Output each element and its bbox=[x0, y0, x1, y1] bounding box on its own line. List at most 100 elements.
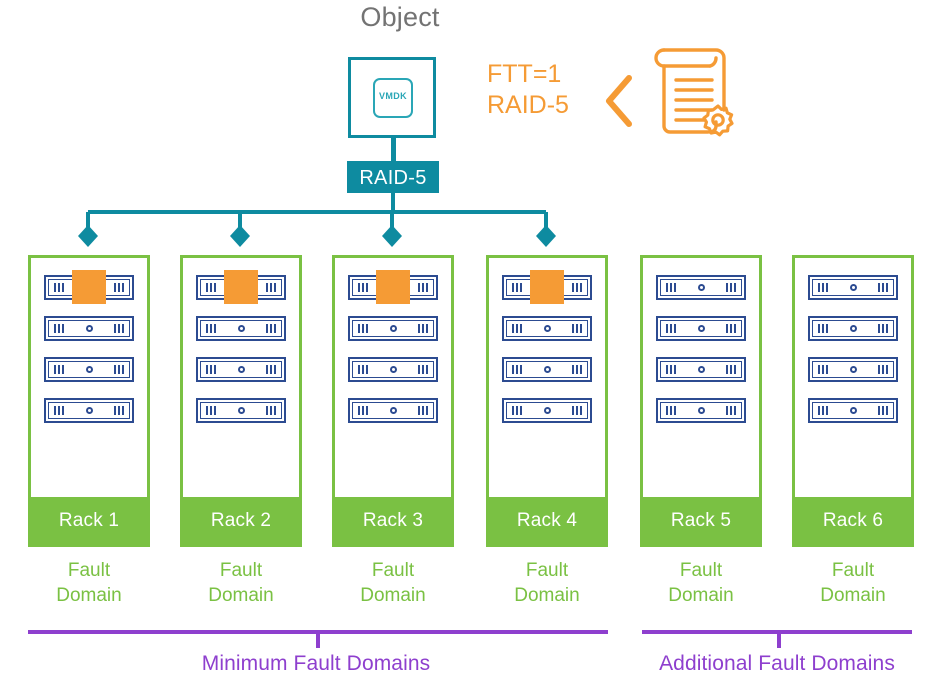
raid-level-chip-label: RAID-5 bbox=[359, 167, 427, 189]
server-vent-right-icon bbox=[418, 283, 428, 292]
chevron-left-icon bbox=[606, 75, 632, 127]
server-unit bbox=[348, 357, 438, 382]
server-vent-left-icon bbox=[666, 324, 676, 333]
server-vent-right-icon bbox=[572, 283, 582, 292]
server-power-indicator-icon bbox=[697, 325, 705, 332]
bracket-tick bbox=[777, 632, 781, 648]
server-vent-right-icon bbox=[726, 283, 736, 292]
server-vent-left-icon bbox=[358, 324, 368, 333]
vmdk-label: VMDK bbox=[378, 91, 408, 101]
server-power-indicator-icon bbox=[237, 407, 245, 414]
rack-label: Rack 2 bbox=[210, 510, 272, 531]
server-unit bbox=[656, 357, 746, 382]
fault-domain-caption: Fault Domain bbox=[208, 560, 274, 606]
server-power-indicator-icon bbox=[543, 407, 551, 414]
server-power-indicator-icon bbox=[697, 284, 705, 291]
fault-domain-caption: Fault Domain bbox=[514, 560, 580, 606]
raid-component-block bbox=[224, 270, 258, 304]
server-vent-right-icon bbox=[878, 365, 888, 374]
bracket-tick bbox=[316, 632, 320, 648]
server-vent-right-icon bbox=[878, 283, 888, 292]
server-unit bbox=[656, 398, 746, 423]
server-vent-right-icon bbox=[572, 365, 582, 374]
object-to-raid-connector bbox=[391, 138, 396, 162]
server-vent-right-icon bbox=[572, 324, 582, 333]
server-vent-right-icon bbox=[114, 406, 124, 415]
server-vent-right-icon bbox=[726, 324, 736, 333]
server-power-indicator-icon bbox=[543, 325, 551, 332]
server-vent-left-icon bbox=[358, 283, 368, 292]
server-unit bbox=[656, 316, 746, 341]
server-vent-left-icon bbox=[818, 283, 828, 292]
server-power-indicator-icon bbox=[237, 325, 245, 332]
server-unit bbox=[808, 275, 898, 300]
server-vent-left-icon bbox=[512, 324, 522, 333]
server-vent-left-icon bbox=[206, 406, 216, 415]
server-power-indicator-icon bbox=[389, 325, 397, 332]
server-unit bbox=[196, 316, 286, 341]
rack-label: Rack 4 bbox=[516, 510, 578, 531]
server-vent-left-icon bbox=[54, 283, 64, 292]
server-unit bbox=[44, 357, 134, 382]
server-vent-left-icon bbox=[206, 283, 216, 292]
server-vent-right-icon bbox=[266, 283, 276, 292]
server-vent-right-icon bbox=[878, 406, 888, 415]
server-power-indicator-icon bbox=[85, 366, 93, 373]
server-unit bbox=[808, 316, 898, 341]
raid-component-block bbox=[530, 270, 564, 304]
raid-component-block bbox=[72, 270, 106, 304]
server-vent-right-icon bbox=[418, 406, 428, 415]
server-power-indicator-icon bbox=[697, 366, 705, 373]
server-vent-left-icon bbox=[666, 365, 676, 374]
server-vent-left-icon bbox=[206, 365, 216, 374]
server-unit bbox=[502, 316, 592, 341]
server-vent-right-icon bbox=[572, 406, 582, 415]
server-unit bbox=[348, 398, 438, 423]
server-power-indicator-icon bbox=[85, 325, 93, 332]
server-unit bbox=[656, 275, 746, 300]
server-vent-left-icon bbox=[54, 365, 64, 374]
server-vent-left-icon bbox=[818, 365, 828, 374]
server-vent-right-icon bbox=[726, 365, 736, 374]
rack-label: Rack 3 bbox=[362, 510, 424, 531]
server-vent-left-icon bbox=[512, 365, 522, 374]
server-power-indicator-icon bbox=[389, 407, 397, 414]
raid5-fault-domain-diagram: Object VMDK RAID-5 FTT=1 RAID-5 Rack 1 F… bbox=[0, 0, 952, 691]
server-unit bbox=[44, 316, 134, 341]
server-vent-right-icon bbox=[266, 324, 276, 333]
server-vent-right-icon bbox=[266, 365, 276, 374]
bracket-label: Additional Fault Domains bbox=[659, 652, 895, 675]
policy-line-2: RAID-5 bbox=[487, 91, 569, 119]
server-power-indicator-icon bbox=[85, 407, 93, 414]
server-power-indicator-icon bbox=[389, 366, 397, 373]
server-unit bbox=[44, 398, 134, 423]
server-vent-right-icon bbox=[878, 324, 888, 333]
server-vent-right-icon bbox=[418, 324, 428, 333]
server-vent-left-icon bbox=[666, 406, 676, 415]
server-vent-right-icon bbox=[114, 324, 124, 333]
policy-line-1: FTT=1 bbox=[487, 60, 562, 88]
server-vent-left-icon bbox=[54, 406, 64, 415]
server-vent-left-icon bbox=[818, 324, 828, 333]
raid-distribution-tree bbox=[78, 190, 556, 247]
server-vent-left-icon bbox=[818, 406, 828, 415]
policy-document-gear-icon bbox=[654, 48, 734, 137]
bracket-label: Minimum Fault Domains bbox=[201, 652, 431, 675]
server-vent-left-icon bbox=[54, 324, 64, 333]
storage-policy-text: FTT=1 RAID-5 bbox=[487, 59, 569, 121]
server-power-indicator-icon bbox=[543, 366, 551, 373]
server-vent-right-icon bbox=[418, 365, 428, 374]
rack-label: Rack 5 bbox=[670, 510, 732, 531]
server-power-indicator-icon bbox=[849, 366, 857, 373]
server-power-indicator-icon bbox=[849, 407, 857, 414]
object-title: Object bbox=[360, 2, 440, 32]
rack-label: Rack 1 bbox=[58, 510, 120, 531]
server-unit bbox=[348, 316, 438, 341]
server-vent-left-icon bbox=[206, 324, 216, 333]
fault-domain-caption: Fault Domain bbox=[56, 560, 122, 606]
rack-label: Rack 6 bbox=[822, 510, 884, 531]
server-unit bbox=[502, 398, 592, 423]
server-vent-right-icon bbox=[114, 283, 124, 292]
server-vent-left-icon bbox=[358, 406, 368, 415]
server-unit bbox=[196, 398, 286, 423]
